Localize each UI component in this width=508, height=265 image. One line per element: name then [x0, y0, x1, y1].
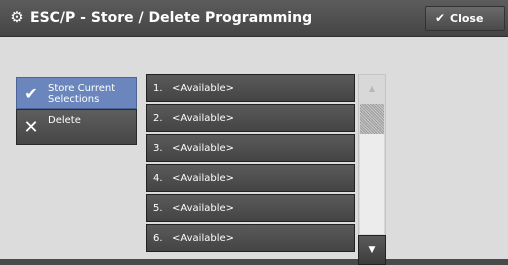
list-item-number: 3. [153, 143, 163, 154]
list-item-number: 1. [153, 83, 163, 94]
content-area: ✔ Store Current Selections ✕ Delete 1. <… [0, 37, 508, 265]
store-current-selections-button[interactable]: ✔ Store Current Selections [16, 77, 137, 109]
store-current-selections-label: Store Current Selections [48, 83, 116, 105]
list-item-label: <Available> [172, 113, 235, 124]
checkmark-icon: ✔ [24, 84, 38, 103]
list-scrollbar[interactable]: ▲ ▼ [358, 74, 386, 265]
x-icon: ✕ [23, 117, 39, 138]
title-bar: ⚙ ESC/P - Store / Delete Programming ✔ C… [0, 0, 508, 37]
list-item-number: 2. [153, 113, 163, 124]
list-item-number: 6. [153, 233, 163, 244]
delete-label: Delete [48, 115, 81, 126]
list-item-label: <Available> [172, 233, 235, 244]
list-item-label: <Available> [172, 173, 235, 184]
gear-icon: ⚙ [10, 8, 24, 26]
scroll-thumb[interactable] [360, 104, 384, 134]
list-item-label: <Available> [172, 203, 235, 214]
list-item[interactable]: 2. <Available> [146, 104, 355, 132]
list-item[interactable]: 5. <Available> [146, 194, 355, 222]
checkmark-icon: ✔ [435, 11, 446, 25]
list-item[interactable]: 3. <Available> [146, 134, 355, 162]
window-title: ESC/P - Store / Delete Programming [30, 10, 313, 26]
scroll-down-button[interactable]: ▼ [358, 235, 386, 265]
delete-button[interactable]: ✕ Delete [16, 109, 137, 145]
list-item-label: <Available> [172, 83, 235, 94]
list-item-label: <Available> [172, 143, 235, 154]
list-item-number: 4. [153, 173, 163, 184]
list-item[interactable]: 1. <Available> [146, 74, 355, 102]
list-item[interactable]: 6. <Available> [146, 224, 355, 252]
scroll-track[interactable] [360, 134, 384, 234]
close-button[interactable]: ✔ Close [425, 6, 505, 31]
list-item-number: 5. [153, 203, 163, 214]
list-item[interactable]: 4. <Available> [146, 164, 355, 192]
close-button-label: Close [450, 12, 484, 25]
scroll-up-arrow-icon: ▲ [368, 84, 376, 93]
